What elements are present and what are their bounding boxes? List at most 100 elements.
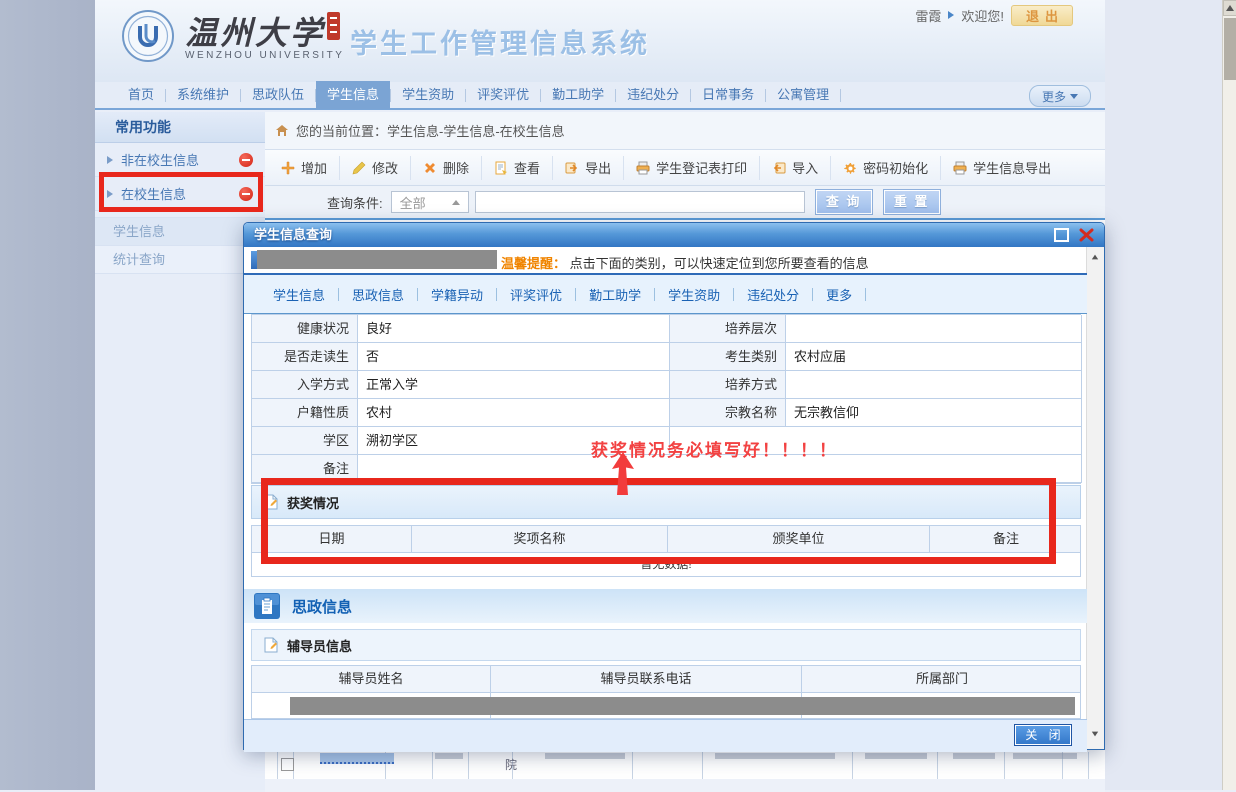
field-value: 良好 xyxy=(358,315,670,343)
tab-status-change[interactable]: 学籍异动 xyxy=(418,285,496,304)
political-section-header: 思政信息 xyxy=(244,589,1087,623)
table-grid-line xyxy=(702,752,703,779)
student-info-dialog: 学生信息查询 温馨提醒： 点击下面的类别，可以快速定位到您所要查看的信息 学生信… xyxy=(243,222,1105,750)
notice-text: 点击下面的类别，可以快速定位到您所要查看的信息 xyxy=(570,256,869,271)
dialog-titlebar[interactable]: 学生信息查询 xyxy=(244,223,1104,247)
expand-arrow-icon xyxy=(107,156,113,164)
nav-item-system-maintenance[interactable]: 系统维护 xyxy=(166,81,240,109)
notice-label: 温馨提醒： xyxy=(501,256,566,271)
maximize-icon[interactable] xyxy=(1054,228,1069,242)
delete-button[interactable]: 删除 xyxy=(411,156,482,180)
page-scrollbar[interactable] xyxy=(1222,0,1236,790)
scroll-down-icon[interactable] xyxy=(1092,732,1098,737)
table-grid-line xyxy=(432,752,433,779)
logout-button[interactable]: 退出 xyxy=(1011,5,1073,26)
student-fields-table: 健康状况 良好 培养层次 是否走读生 否 考生类别 农村应届 入学方式 正常入学… xyxy=(251,314,1081,484)
close-icon[interactable] xyxy=(1079,228,1094,242)
tab-work-study[interactable]: 勤工助学 xyxy=(576,285,654,304)
table-footer-strip xyxy=(265,779,1105,792)
sidebar-item-student-info[interactable]: 学生信息 xyxy=(95,218,265,246)
nav-item-home[interactable]: 首页 xyxy=(117,81,165,109)
pencil-icon xyxy=(352,161,366,175)
password-reset-button[interactable]: 密码初始化 xyxy=(831,156,941,180)
award-section-header: 获奖情况 xyxy=(251,485,1081,519)
query-field-select[interactable]: 全部 xyxy=(391,191,469,213)
add-label: 增加 xyxy=(301,158,327,177)
dialog-window-buttons xyxy=(1054,228,1094,242)
collapse-minus-icon[interactable] xyxy=(239,153,253,167)
plus-icon xyxy=(281,161,295,175)
tab-separator xyxy=(865,288,866,301)
university-logo xyxy=(121,9,175,63)
edit-label: 修改 xyxy=(372,158,398,177)
close-dialog-button[interactable]: 关 闭 xyxy=(1014,724,1072,746)
scrollbar-up-button[interactable] xyxy=(1223,0,1236,16)
document-pencil-icon xyxy=(264,494,278,510)
scroll-up-icon[interactable] xyxy=(1092,255,1098,260)
toolbar: 增加 修改 删除 查看 导出 学生登记表打印 xyxy=(265,150,1105,186)
export-label: 导出 xyxy=(585,158,611,177)
field-value: 否 xyxy=(358,343,670,371)
field-label: 培养方式 xyxy=(670,371,786,399)
tab-more[interactable]: 更多 xyxy=(813,285,865,304)
no-data-message: 暂无数据! xyxy=(251,553,1081,577)
sidebar-group-label: 非在校生信息 xyxy=(121,150,199,169)
student-info-export-button[interactable]: 学生信息导出 xyxy=(941,156,1063,180)
nav-more-button[interactable]: 更多 xyxy=(1029,85,1091,107)
import-button[interactable]: 导入 xyxy=(760,156,831,180)
nav-item-dormitory[interactable]: 公寓管理 xyxy=(766,81,840,109)
nav-item-discipline[interactable]: 违纪处分 xyxy=(616,81,690,109)
nav-item-work-study[interactable]: 勤工助学 xyxy=(541,81,615,109)
query-input[interactable] xyxy=(475,191,805,213)
left-margin-strip xyxy=(0,0,96,790)
dialog-body: 温馨提醒： 点击下面的类别，可以快速定位到您所要查看的信息 学生信息 思政信息 … xyxy=(244,247,1104,749)
tab-student-info[interactable]: 学生信息 xyxy=(260,285,338,304)
tab-student-aid[interactable]: 学生资助 xyxy=(655,285,733,304)
tab-awards[interactable]: 评奖评优 xyxy=(497,285,575,304)
student-id-link[interactable] xyxy=(320,753,394,764)
user-bar: 雷霞 欢迎您! 退出 xyxy=(915,4,1073,26)
collapse-minus-icon[interactable] xyxy=(239,187,253,201)
column-header: 奖项名称 xyxy=(412,526,668,552)
table-grid-line xyxy=(852,752,853,779)
print-registration-button[interactable]: 学生登记表打印 xyxy=(624,156,760,180)
table-grid-line xyxy=(468,752,469,779)
nav-item-student-aid[interactable]: 学生资助 xyxy=(391,81,465,109)
notice-line: 温馨提醒： 点击下面的类别，可以快速定位到您所要查看的信息 xyxy=(501,253,869,272)
university-name-cn: 温州大学 xyxy=(185,8,325,54)
right-background xyxy=(1105,0,1222,790)
delete-x-icon xyxy=(423,161,437,175)
field-label: 入学方式 xyxy=(252,371,358,399)
clipped-text-fragment xyxy=(953,753,995,759)
sidebar-group-oncampus[interactable]: 在校生信息 xyxy=(95,177,265,211)
view-label: 查看 xyxy=(514,158,540,177)
tab-political-info[interactable]: 思政信息 xyxy=(339,285,417,304)
column-header: 辅导员姓名 xyxy=(252,666,491,692)
dialog-footer: 关 闭 xyxy=(244,719,1087,752)
welcome-text: 欢迎您! xyxy=(961,6,1004,25)
export-button[interactable]: 导出 xyxy=(553,156,624,180)
clipped-text-fragment xyxy=(435,753,463,759)
nav-item-student-info[interactable]: 学生信息 xyxy=(316,81,390,109)
clipped-cell-text: 院 xyxy=(505,756,517,773)
redacted-student-name xyxy=(257,250,497,269)
scrollbar-thumb[interactable] xyxy=(1224,18,1236,80)
row-checkbox[interactable] xyxy=(281,758,294,771)
sidebar-item-statistics[interactable]: 统计查询 xyxy=(95,246,265,274)
nav-item-awards[interactable]: 评奖评优 xyxy=(466,81,540,109)
tab-discipline[interactable]: 违纪处分 xyxy=(734,285,812,304)
sidebar: 常用功能 非在校生信息 在校生信息 学生信息 统计查询 xyxy=(95,112,266,790)
nav-item-daily-affairs[interactable]: 日常事务 xyxy=(691,81,765,109)
column-header: 日期 xyxy=(252,526,412,552)
home-icon xyxy=(275,124,289,137)
view-button[interactable]: 查看 xyxy=(482,156,553,180)
sidebar-group-offcampus[interactable]: 非在校生信息 xyxy=(95,143,265,177)
dialog-scrollbar[interactable] xyxy=(1086,247,1104,749)
field-label: 健康状况 xyxy=(252,315,358,343)
table-grid-line xyxy=(1004,752,1005,779)
edit-button[interactable]: 修改 xyxy=(340,156,411,180)
add-button[interactable]: 增加 xyxy=(269,156,340,180)
reset-button[interactable]: 重 置 xyxy=(883,189,941,215)
search-button[interactable]: 查 询 xyxy=(815,189,873,215)
nav-item-political-team[interactable]: 思政队伍 xyxy=(241,81,315,109)
